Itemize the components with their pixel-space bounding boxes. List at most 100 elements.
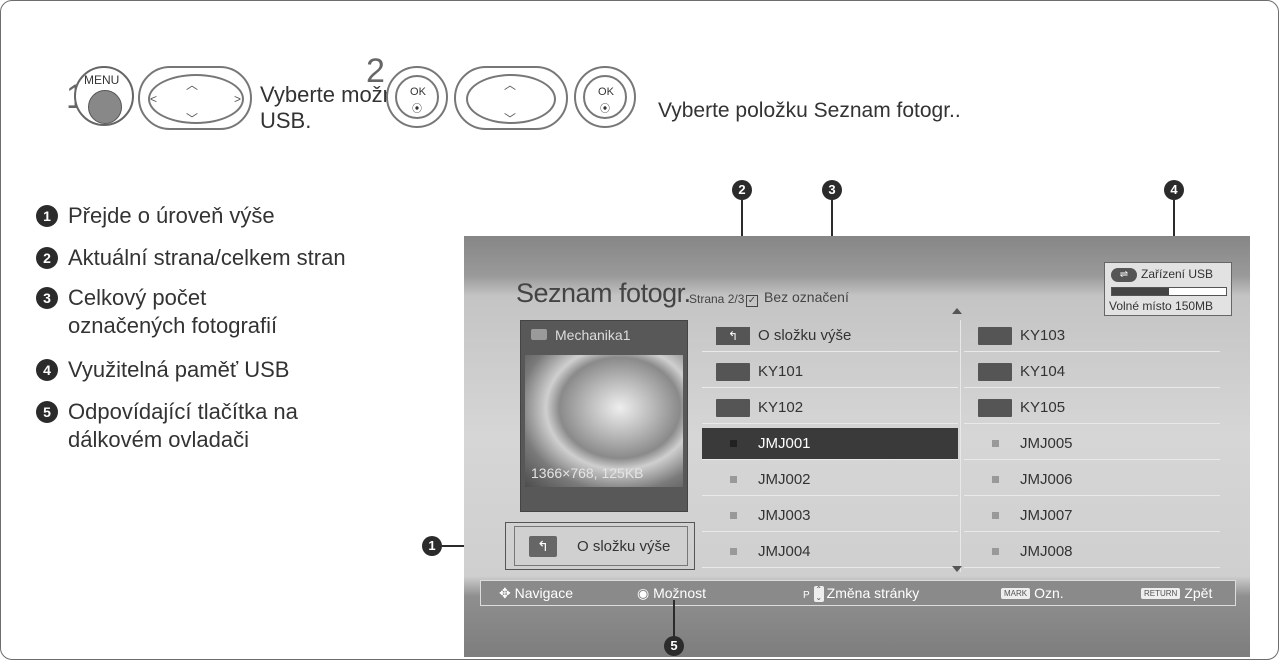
mark-status: ✓ Bez označení <box>746 289 849 307</box>
up-arrow-icon: ︿ <box>186 78 199 92</box>
item-label: O složku výše <box>758 327 852 344</box>
folder-item[interactable]: KY102 <box>702 392 958 424</box>
callout-5: 5 <box>664 636 684 656</box>
scroll-down-icon[interactable] <box>952 566 962 572</box>
photo-icon <box>730 548 737 555</box>
callout-1: 1 <box>422 536 442 556</box>
nav-hint-label: Navigace <box>514 585 573 601</box>
menu-button[interactable]: MENU <box>74 66 134 126</box>
photo-icon <box>730 440 737 447</box>
bottom-key-bar: ✥ Navigace ◉ Možnost P⌃ ⌄ Změna stránky MA… <box>480 580 1236 606</box>
photo-item[interactable]: JMJ003 <box>702 500 958 532</box>
back-label: Zpět <box>1184 585 1213 601</box>
item-label: KY102 <box>758 399 804 416</box>
direction-pad[interactable]: ︿ ﹀ < > <box>138 66 252 130</box>
callout-4: 4 <box>1164 180 1184 200</box>
folder-item[interactable]: KY104 <box>964 356 1220 388</box>
photo-item[interactable]: JMJ001 <box>702 428 958 460</box>
folder-icon <box>716 363 750 381</box>
photo-item[interactable]: JMJ008 <box>964 536 1220 568</box>
ok-button-1-dot-icon: ⦿ <box>412 104 422 115</box>
legend-number-4: 4 <box>36 359 58 381</box>
up-folder-button-label: O složku výše <box>577 538 671 555</box>
legend-text-1: Přejde o úroveň výše <box>68 203 275 228</box>
item-label: JMJ001 <box>758 435 811 452</box>
callout-5-line <box>673 600 675 640</box>
return-icon: ↰ <box>529 536 557 557</box>
preview-folder-name: Mechanika1 <box>555 327 631 343</box>
photo-icon <box>730 476 737 483</box>
page-change-label: Změna stránky <box>826 585 920 601</box>
item-label: JMJ003 <box>758 507 811 524</box>
photo-item[interactable]: JMJ005 <box>964 428 1220 460</box>
item-label: KY101 <box>758 363 804 380</box>
photo-icon <box>992 440 999 447</box>
checkbox-icon: ✓ <box>746 295 758 307</box>
usb-device-label: Zařízení USB <box>1141 267 1214 281</box>
ok-button-2-dot-icon: ⦿ <box>600 104 610 115</box>
scroll-up-icon[interactable] <box>952 308 962 314</box>
item-label: KY103 <box>1020 327 1066 344</box>
legend-text-5: Odpovídající tlačítka na dálkovém ovlada… <box>68 399 298 452</box>
page-arrows-icon: ⌃ ⌄ <box>813 585 824 602</box>
mark-label: Ozn. <box>1034 585 1064 601</box>
nav-hint: ✥ Navigace <box>499 581 573 605</box>
legend-number-1: 1 <box>36 205 58 227</box>
legend-text-2: Aktuální strana/celkem stran <box>68 245 346 270</box>
menu-button-label: MENU <box>84 73 120 87</box>
callout-2: 2 <box>732 180 752 200</box>
down-arrow-icon: ﹀ <box>504 112 517 126</box>
photo-icon <box>992 512 999 519</box>
up-down-pad[interactable]: ︿ ﹀ <box>454 66 568 130</box>
page-key-label: P <box>803 590 810 601</box>
legend-number-2: 2 <box>36 247 58 269</box>
folder-item[interactable]: KY101 <box>702 356 958 388</box>
usb-usage-fill <box>1112 288 1169 295</box>
folder-icon <box>716 399 750 417</box>
photo-thumbnail: 1366×768, 125KB <box>525 355 683 487</box>
item-label: JMJ008 <box>1020 543 1073 560</box>
item-label: JMJ004 <box>758 543 811 560</box>
item-label: JMJ006 <box>1020 471 1073 488</box>
ok-button-2-label: OK <box>598 86 614 98</box>
option-hint-label: Možnost <box>653 585 707 601</box>
preview-panel: Mechanika1 1366×768, 125KB <box>520 320 688 512</box>
photo-icon <box>730 512 737 519</box>
usb-storage-panel: ⇌ Zařízení USB Volné místo 150MB <box>1104 262 1232 316</box>
mark-hint: MARK Ozn. <box>1001 581 1064 605</box>
legend-number-5: 5 <box>36 401 58 423</box>
photo-item[interactable]: JMJ004 <box>702 536 958 568</box>
step-2-number: 2 <box>366 52 385 90</box>
right-arrow-icon: > <box>234 92 242 106</box>
item-label: JMJ007 <box>1020 507 1073 524</box>
photo-item[interactable]: JMJ002 <box>702 464 958 496</box>
photo-item[interactable]: JMJ007 <box>964 500 1220 532</box>
up-folder-item[interactable]: ↰ O složku výše <box>702 320 958 352</box>
menu-button-cap <box>88 90 122 124</box>
photo-icon <box>992 476 999 483</box>
ok-dot-icon: ◉ <box>637 585 654 601</box>
ok-button-1[interactable]: OK ⦿ <box>386 66 448 128</box>
drive-icon <box>531 329 547 340</box>
item-label: JMJ005 <box>1020 435 1073 452</box>
photo-list-screen: Seznam fotogr. Strana 2/3 ✓ Bez označení … <box>464 236 1250 657</box>
folder-item[interactable]: KY105 <box>964 392 1220 424</box>
usb-usage-bar <box>1111 287 1227 296</box>
folder-item[interactable]: KY103 <box>964 320 1220 352</box>
file-grid: ↰ O složku výše KY101 KY102 JMJ001 JMJ002 JMJ0… <box>702 320 1224 572</box>
callout-3: 3 <box>822 180 842 200</box>
step-2-instruction: Vyberte položku Seznam fotogr.. <box>658 99 961 122</box>
back-hint: RETURN Zpět <box>1141 581 1212 605</box>
return-icon: ↰ <box>716 327 750 345</box>
item-label: KY105 <box>1020 399 1066 416</box>
up-folder-button[interactable]: ↰ O složku výše <box>514 526 688 566</box>
legend-text-3: Celkový počet označených fotografií <box>68 285 278 338</box>
ok-button-1-label: OK <box>410 86 426 98</box>
legend-number-3: 3 <box>36 287 58 309</box>
photo-info: 1366×768, 125KB <box>531 465 644 481</box>
usb-free-space: Volné místo 150MB <box>1109 299 1214 313</box>
photo-item[interactable]: JMJ006 <box>964 464 1220 496</box>
ok-button-2[interactable]: OK ⦿ <box>574 66 636 128</box>
return-key-label: RETURN <box>1141 588 1181 599</box>
legend-text-4: Využitelná paměť USB <box>68 357 290 382</box>
